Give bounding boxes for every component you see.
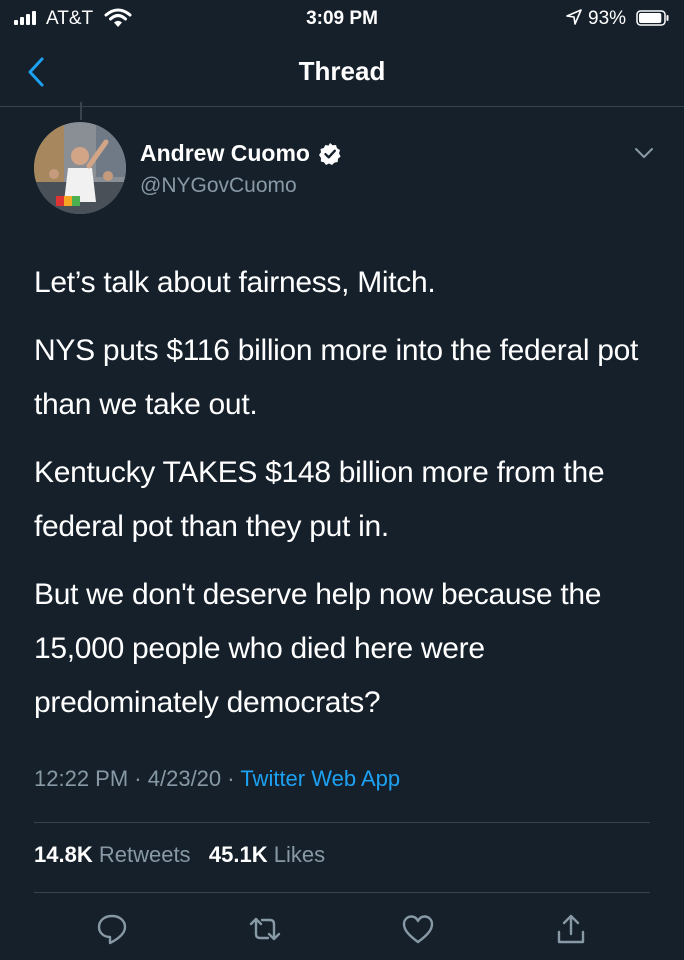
author-name-text: Andrew Cuomo [140, 140, 310, 166]
retweet-icon[interactable] [248, 912, 282, 946]
author-name[interactable]: Andrew Cuomo [140, 140, 342, 167]
tweet-time: 12:22 PM [34, 766, 129, 791]
retweets-count: 14.8K [34, 842, 93, 867]
page-title: Thread [298, 56, 386, 86]
avatar[interactable] [34, 122, 126, 214]
divider [34, 892, 650, 893]
engagement-stats: 14.8K Retweets 45.1K Likes [34, 842, 325, 868]
avatar-photo [34, 122, 126, 214]
tweet-text: Let’s talk about fairness, Mitch. NYS pu… [34, 256, 654, 744]
likes-count: 45.1K [208, 842, 268, 867]
share-icon[interactable] [554, 912, 588, 946]
tweet-timestamp-line: 12:22 PM · 4/23/20 · Twitter Web App [34, 766, 400, 792]
tweet-paragraph: Let’s talk about fairness, Mitch. [34, 266, 436, 299]
retweets-label: Retweets [98, 842, 191, 867]
likes-label: Likes [273, 842, 326, 867]
reply-icon[interactable] [95, 912, 129, 946]
navigation-header: Thread [0, 38, 684, 107]
location-arrow-icon [566, 9, 582, 25]
tweet-paragraph: NYS puts $116 billion more into the fede… [34, 334, 639, 421]
tweet-paragraph: Kentucky TAKES $148 billion more from th… [34, 456, 605, 543]
tweet-paragraph: But we don't deserve help now because th… [34, 578, 602, 719]
thread-connector-line [80, 102, 82, 120]
tweet-action-bar [0, 908, 684, 952]
chevron-down-icon[interactable] [634, 146, 654, 160]
tweet-source-link[interactable]: Twitter Web App [240, 766, 400, 791]
tweet-date: 4/23/20 [147, 766, 222, 791]
retweets-stat[interactable]: 14.8K Retweets [34, 842, 191, 867]
like-icon[interactable] [401, 912, 435, 946]
divider [34, 822, 650, 823]
battery-percentage: 93% [588, 8, 627, 29]
status-bar: AT&T 3:09 PM 93% [0, 0, 684, 38]
separator-dot: · [227, 766, 235, 791]
verified-badge-icon [318, 142, 341, 165]
likes-stat[interactable]: 45.1K Likes [209, 842, 325, 867]
author-handle[interactable]: @NYGovCuomo [140, 174, 297, 198]
battery-icon [636, 10, 669, 26]
separator-dot: · [134, 766, 142, 791]
